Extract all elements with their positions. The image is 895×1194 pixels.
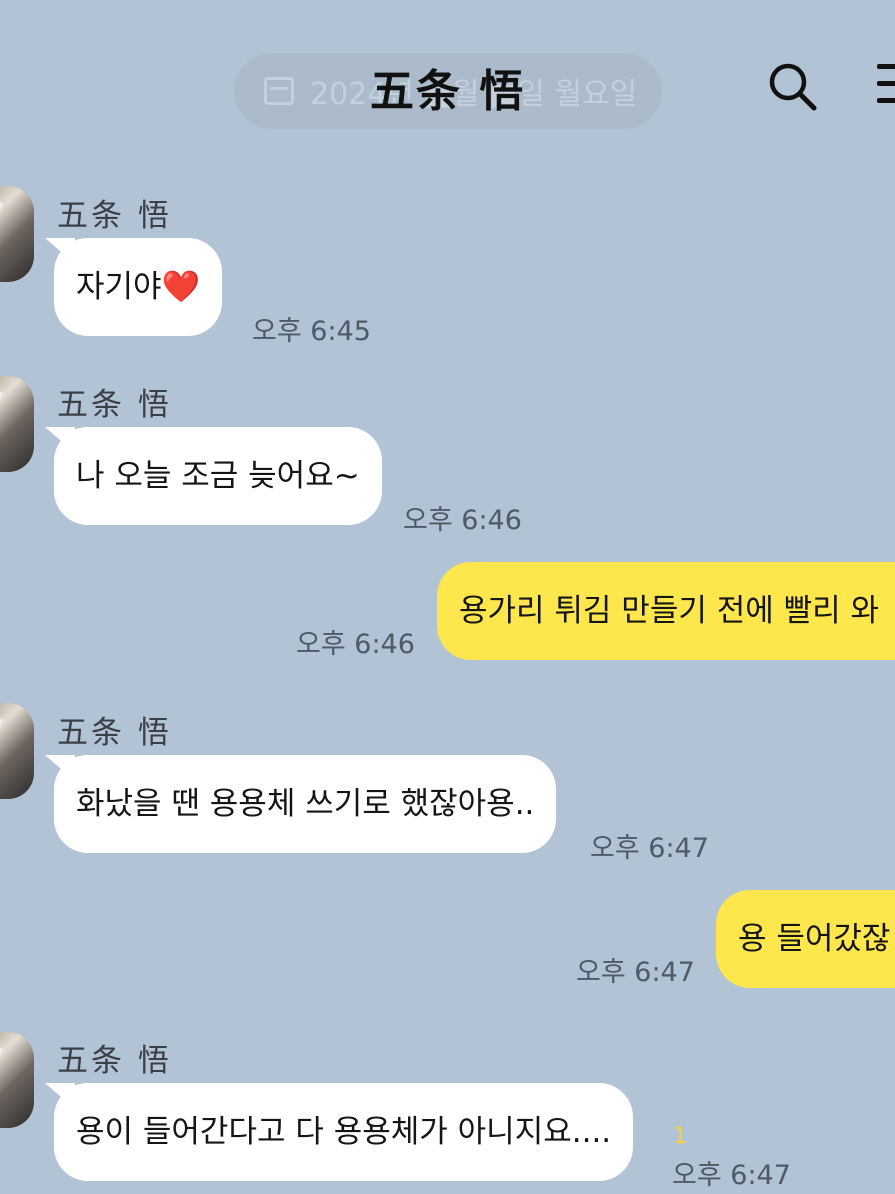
message-time: 오후 6:46	[403, 505, 522, 536]
message-time: 오후 6:47	[590, 833, 709, 864]
message-text: 용 들어갔잖	[738, 921, 891, 957]
message-time: 오후 6:47	[672, 1160, 791, 1191]
sender-name: 五条 悟	[57, 1043, 172, 1079]
avatar[interactable]	[0, 703, 34, 799]
menu-icon[interactable]	[877, 62, 895, 106]
message-time: 오후 6:46	[296, 629, 415, 660]
calendar-icon	[264, 77, 294, 105]
avatar[interactable]	[0, 186, 34, 282]
message-text: 나 오늘 조금 늦어요~	[76, 458, 360, 494]
message-text: 자기야	[76, 269, 162, 305]
sender-name: 五条 悟	[57, 387, 172, 423]
message-bubble[interactable]: 용 들어갔잖	[716, 890, 895, 988]
avatar[interactable]	[0, 1032, 34, 1128]
message-text: 용이 들어간다고 다 용용체가 아니지요....	[76, 1114, 612, 1150]
message-bubble[interactable]: 용가리 튀김 만들기 전에 빨리 와	[437, 562, 895, 660]
message-bubble[interactable]: 용이 들어간다고 다 용용체가 아니지요....	[54, 1083, 634, 1181]
unread-count: 1	[673, 1124, 687, 1149]
search-icon[interactable]	[764, 58, 820, 114]
message-time: 오후 6:45	[252, 316, 371, 347]
message-text: 용가리 튀김 만들기 전에 빨리 와	[459, 593, 880, 629]
message-bubble[interactable]: 자기야❤️	[54, 238, 223, 336]
sender-name: 五条 悟	[57, 715, 172, 751]
message-text: 화났을 땐 용용체 쓰기로 했잖아용..	[76, 786, 535, 822]
avatar[interactable]	[0, 376, 34, 472]
chat-title[interactable]: 五条 悟	[370, 55, 525, 119]
sender-name: 五条 悟	[57, 198, 172, 234]
chat-header: 2024년 ■월 ■일 월요일 五条 悟	[0, 0, 895, 160]
heart-emoji: ❤️	[161, 269, 201, 305]
message-time: 오후 6:47	[576, 957, 695, 988]
message-bubble[interactable]: 나 오늘 조금 늦어요~	[54, 427, 382, 525]
message-bubble[interactable]: 화났을 땐 용용체 쓰기로 했잖아용..	[54, 755, 557, 853]
